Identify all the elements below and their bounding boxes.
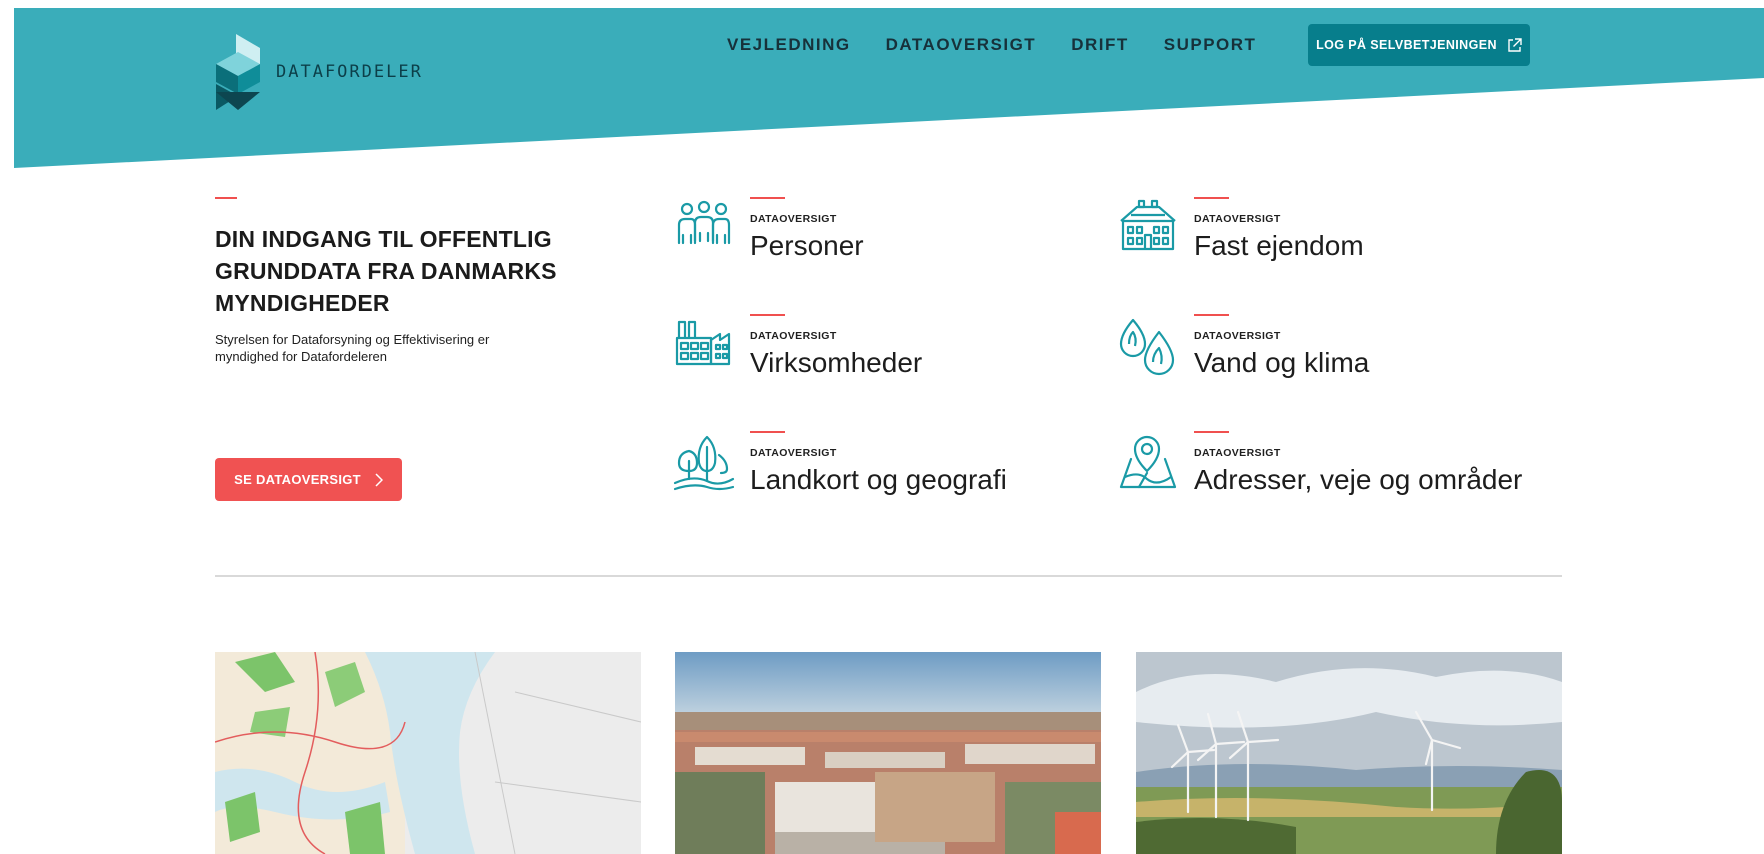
nav-vejledning[interactable]: VEJLEDNING <box>727 34 851 56</box>
card-city[interactable] <box>675 652 1101 854</box>
external-link-icon <box>1508 37 1522 52</box>
category-adresser-veje-og-omraader[interactable]: DATAOVERSIGT Adresser, veje og områder <box>1117 431 1522 497</box>
category-virksomheder[interactable]: DATAOVERSIGT Virksomheder <box>673 314 922 380</box>
brand-logo[interactable]: DATAFORDELER <box>216 34 423 110</box>
factory-icon <box>673 316 735 378</box>
accent-dash <box>750 314 785 316</box>
category-kicker: DATAOVERSIGT <box>750 213 837 225</box>
category-vand-og-klima[interactable]: DATAOVERSIGT Vand og klima <box>1117 314 1369 380</box>
category-title: Personer <box>750 230 864 261</box>
category-kicker: DATAOVERSIGT <box>1194 213 1281 225</box>
category-kicker: DATAOVERSIGT <box>750 330 837 342</box>
category-title: Fast ejendom <box>1194 230 1364 261</box>
water-drops-icon <box>1117 316 1179 378</box>
cta-label: SE DATAOVERSIGT <box>234 472 361 487</box>
category-title: Adresser, veje og områder <box>1194 464 1523 495</box>
building-icon <box>1117 199 1179 261</box>
login-button[interactable]: LOG PÅ SELVBETJENINGEN <box>1308 24 1530 66</box>
card-wind-turbines[interactable] <box>1136 652 1562 854</box>
people-icon <box>673 199 735 261</box>
accent-dash <box>1194 431 1229 433</box>
hero-section: DIN INDGANG TIL OFFENTLIG GRUNDDATA FRA … <box>215 197 595 365</box>
login-button-label: LOG PÅ SELVBETJENINGEN <box>1316 38 1497 52</box>
category-landkort-og-geografi[interactable]: DATAOVERSIGT Landkort og geografi <box>673 431 1007 497</box>
map-image <box>215 652 641 854</box>
trees-landscape-icon <box>673 433 735 495</box>
category-kicker: DATAOVERSIGT <box>750 447 837 459</box>
category-kicker: DATAOVERSIGT <box>1194 330 1281 342</box>
accent-dash <box>750 431 785 433</box>
card-map[interactable] <box>215 652 641 854</box>
brand-name: DATAFORDELER <box>276 62 423 82</box>
accent-dash <box>215 197 237 199</box>
city-image <box>675 652 1101 854</box>
nav-dataoversigt[interactable]: DATAOVERSIGT <box>886 34 1037 56</box>
hero-description: Styrelsen for Dataforsyning og Effektivi… <box>215 332 490 364</box>
nav-support[interactable]: SUPPORT <box>1164 34 1257 56</box>
chevron-right-icon <box>375 472 383 487</box>
category-personer[interactable]: DATAOVERSIGT Personer <box>673 197 864 263</box>
accent-dash <box>750 197 785 199</box>
category-title: Landkort og geografi <box>750 464 1007 495</box>
category-fast-ejendom[interactable]: DATAOVERSIGT Fast ejendom <box>1117 197 1364 263</box>
see-dataoverview-button[interactable]: SE DATAOVERSIGT <box>215 458 402 501</box>
accent-dash <box>1194 197 1229 199</box>
category-title: Vand og klima <box>1194 347 1370 378</box>
category-title: Virksomheder <box>750 347 923 378</box>
accent-dash <box>1194 314 1229 316</box>
nav-drift[interactable]: DRIFT <box>1071 34 1129 56</box>
wind-turbines-image <box>1136 652 1562 854</box>
section-divider <box>215 575 1562 577</box>
category-kicker: DATAOVERSIGT <box>1194 447 1281 459</box>
datafordeler-logo-icon <box>216 34 260 110</box>
main-navigation: VEJLEDNING DATAOVERSIGT DRIFT SUPPORT <box>727 34 1256 56</box>
hero-heading: DIN INDGANG TIL OFFENTLIG GRUNDDATA FRA … <box>215 226 557 316</box>
map-pin-icon <box>1117 433 1179 495</box>
